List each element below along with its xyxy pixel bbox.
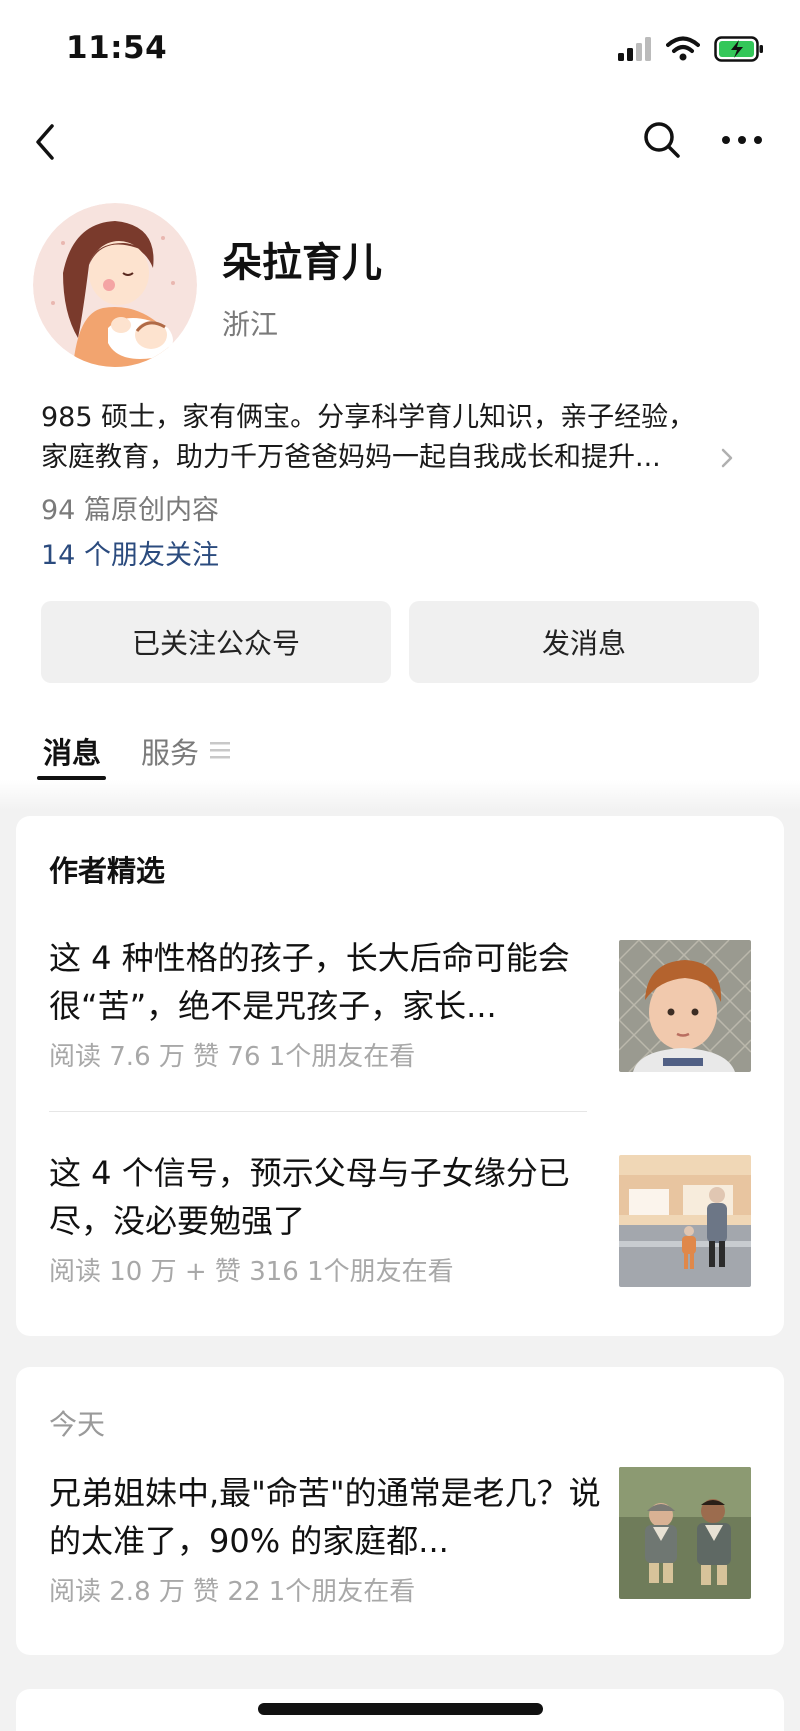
more-dots-icon[interactable] [720, 130, 764, 150]
menu-lines-icon[interactable] [209, 739, 231, 761]
active-tab-indicator [37, 776, 106, 780]
wifi-icon [666, 36, 700, 61]
divider [49, 1111, 587, 1112]
tab-services[interactable]: 服务 [141, 730, 199, 772]
tab-messages[interactable]: 消息 [43, 730, 101, 772]
battery-charging-icon [714, 36, 763, 62]
status-time: 11:54 [66, 30, 168, 66]
account-region: 浙江 [222, 308, 279, 341]
account-bio[interactable]: 985 硕士，家有俩宝。分享科学育儿知识，亲子经验， 家庭教育，助力千万爸爸妈妈… [41, 398, 741, 478]
bio-line: 985 硕士，家有俩宝。分享科学育儿知识，亲子经验， [41, 402, 696, 433]
article-item[interactable]: 兄弟姐妹中,最"命苦"的通常是老几？说的太准了，90% 的家庭都... 阅读 2… [49, 1467, 759, 1609]
featured-card: 作者精选 这 4 种性格的孩子，长大后命可能会很“苦”，绝不是咒孩子，家长...… [16, 816, 784, 1336]
article-title: 这 4 种性格的孩子，长大后命可能会很“苦”，绝不是咒孩子，家长... [49, 939, 570, 1025]
article-title: 兄弟姐妹中,最"命苦"的通常是老几？说的太准了，90% 的家庭都... [49, 1474, 601, 1560]
followed-button[interactable]: 已关注公众号 [41, 601, 391, 683]
article-thumbnail [619, 1467, 751, 1599]
article-thumbnail [619, 1155, 751, 1287]
article-meta: 阅读 7.6 万 赞 76 1个朋友在看 [49, 1042, 416, 1072]
home-indicator[interactable] [258, 1703, 543, 1715]
day-label: 今天 [49, 1408, 106, 1441]
article-item[interactable]: 这 4 个信号，预示父母与子女缘分已尽，没必要勉强了 阅读 10 万 + 赞 3… [49, 1149, 759, 1289]
status-icons [618, 36, 764, 62]
chevron-left-icon[interactable] [30, 120, 60, 164]
send-message-button[interactable]: 发消息 [409, 601, 759, 683]
article-item[interactable]: 这 4 种性格的孩子，长大后命可能会很“苦”，绝不是咒孩子，家长... 阅读 7… [49, 934, 759, 1074]
article-meta: 阅读 10 万 + 赞 316 1个朋友在看 [49, 1257, 454, 1287]
status-bar: 11:54 [0, 0, 800, 100]
featured-title: 作者精选 [49, 854, 166, 888]
signal-icon [618, 37, 651, 61]
article-meta: 阅读 2.8 万 赞 22 1个朋友在看 [49, 1577, 416, 1607]
profile-header: 11:54 朵拉育儿 浙江 985 硕士，家有俩宝。分享科学育儿知识，亲子经验，… [0, 0, 800, 810]
article-thumbnail [619, 940, 751, 1072]
bio-line: 家庭教育，助力千万爸爸妈妈一起自我成长和提升... [41, 442, 661, 473]
article-title: 这 4 个信号，预示父母与子女缘分已尽，没必要勉强了 [49, 1154, 570, 1240]
avatar[interactable] [33, 203, 197, 367]
today-card: 今天 兄弟姐妹中,最"命苦"的通常是老几？说的太准了，90% 的家庭都... 阅… [16, 1367, 784, 1655]
search-icon[interactable] [640, 118, 684, 162]
friends-follow-link[interactable]: 14 个朋友关注 [41, 533, 219, 572]
chevron-right-icon[interactable] [720, 447, 734, 469]
account-name: 朵拉育儿 [222, 240, 382, 286]
original-count[interactable]: 94 篇原创内容 [41, 488, 219, 527]
